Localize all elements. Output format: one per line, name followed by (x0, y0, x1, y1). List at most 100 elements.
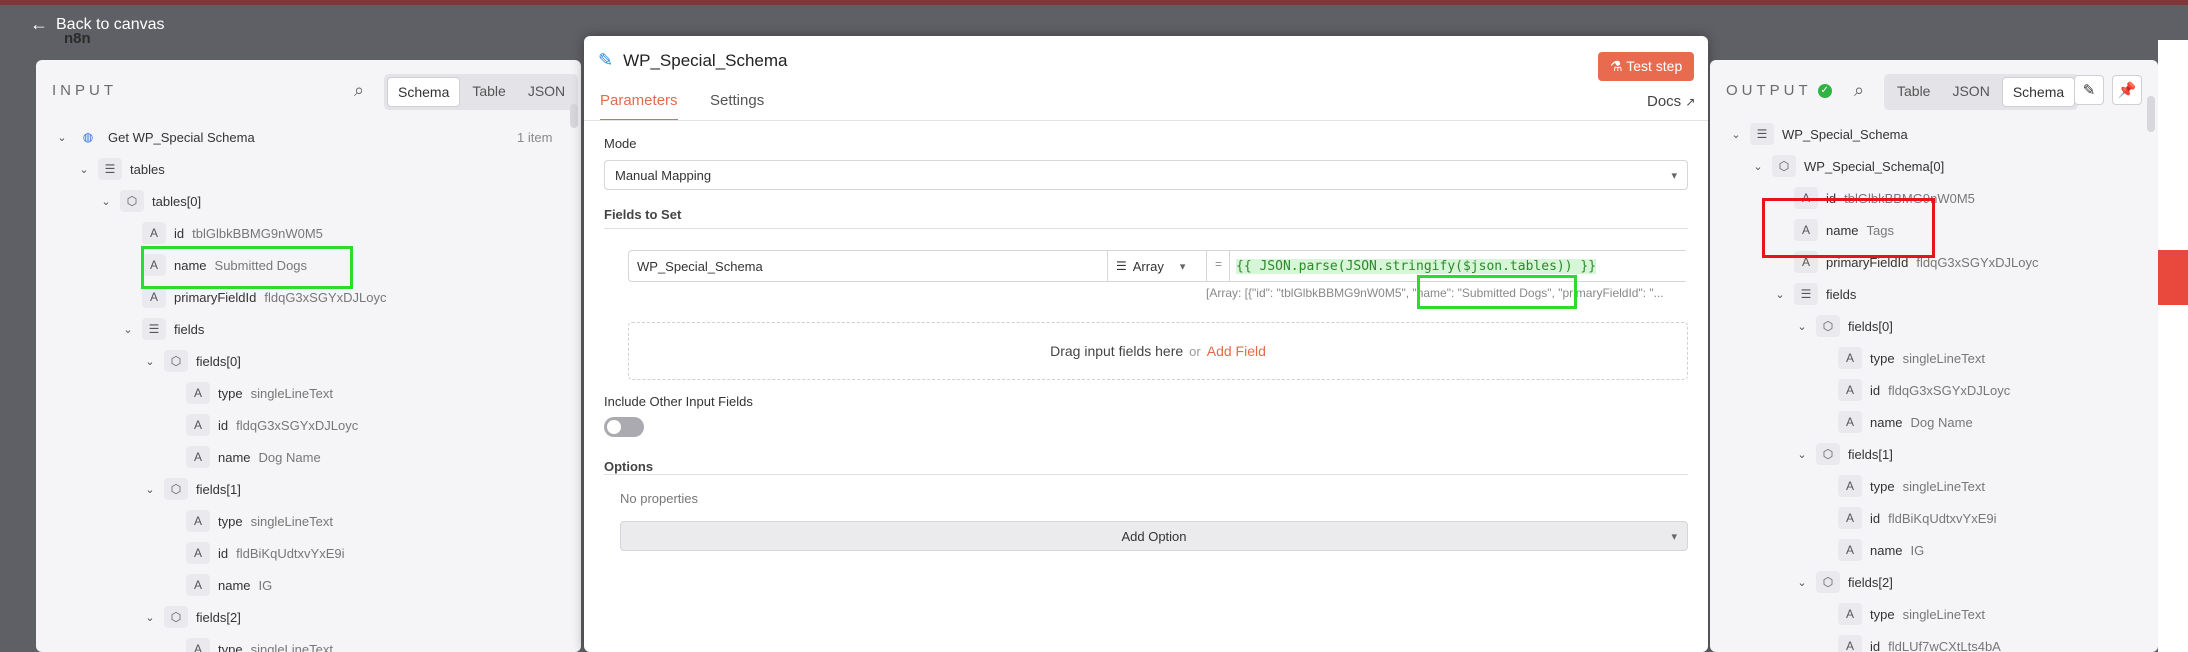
tab-settings[interactable]: Settings (710, 92, 764, 119)
output-view-schema[interactable]: Schema (2001, 77, 2076, 107)
tree-row[interactable]: ⌄ ☰ fields (1774, 283, 1856, 305)
list-icon: ☰ (1116, 259, 1127, 273)
canvas-backdrop (0, 0, 2188, 5)
tree-row[interactable]: ⌄ ☰ tables (78, 158, 165, 180)
string-type-icon: A (186, 542, 210, 564)
chevron-down-icon[interactable]: ⌄ (1796, 320, 1808, 333)
tree-key: id (218, 417, 229, 433)
tree-row[interactable]: ⌄ ⬡ fields[1] (144, 478, 241, 500)
fields-to-set-label: Fields to Set (604, 207, 682, 222)
mode-select[interactable]: Manual Mapping ▾ (604, 160, 1688, 190)
tree-row[interactable]: Atype singleLineText (166, 638, 333, 652)
output-panel: OUTPUT ✓ ⌕ Table JSON Schema ✎ 📌 ⌄ ☰ WP_Sp… (1710, 60, 2158, 652)
tree-row[interactable]: ⌄ ⬡ fields[2] (1796, 571, 1893, 593)
pin-data-button[interactable]: 📌 (2112, 75, 2142, 105)
tree-row[interactable]: Atype singleLineText (1818, 603, 1985, 625)
chevron-down-icon[interactable]: ⌄ (1752, 160, 1764, 173)
tree-row[interactable]: Aid fldqG3xSGYxDJLoyc (1818, 379, 2010, 401)
string-type-icon: A (1838, 347, 1862, 369)
tab-parameters[interactable]: Parameters (600, 92, 678, 121)
tree-value: singleLineText (1902, 478, 1985, 494)
tree-row[interactable]: Aid fldqG3xSGYxDJLoyc (166, 414, 358, 436)
tree-key: fields[0] (1848, 318, 1893, 334)
docs-link[interactable]: Docs ↗ (1647, 93, 1695, 110)
tree-row[interactable]: ⌄ ◍ Get WP_Special Schema (56, 126, 254, 148)
field-type-select[interactable]: ☰ Array ▾ (1107, 251, 1207, 281)
tree-row[interactable]: ⌄ ⬡ fields[2] (144, 606, 241, 628)
chevron-down-icon[interactable]: ⌄ (1796, 448, 1808, 461)
output-view-switcher: Table JSON Schema (1884, 74, 2079, 110)
output-view-json[interactable]: JSON (1942, 77, 1999, 107)
tree-row[interactable]: Aname IG (1818, 539, 1924, 561)
field-name-input[interactable]: WP_Special_Schema (637, 259, 763, 274)
drop-zone[interactable]: Drag input fields here or Add Field (628, 322, 1688, 380)
array-type-icon: ☰ (1794, 283, 1818, 305)
chevron-down-icon[interactable]: ⌄ (56, 131, 68, 144)
tree-key: type (218, 641, 243, 652)
tree-row[interactable]: Atype singleLineText (1818, 475, 1985, 497)
tree-row[interactable]: Aname Dog Name (1818, 411, 1973, 433)
search-icon[interactable]: ⌕ (1854, 80, 1864, 101)
add-option-label: Add Option (1121, 528, 1187, 544)
tree-key: id (174, 225, 185, 241)
input-view-table[interactable]: Table (462, 77, 515, 107)
field-type-value: Array (1132, 258, 1164, 274)
tree-key: fields[1] (196, 481, 241, 497)
tree-value: singleLineText (250, 641, 333, 652)
tree-value: fldBiKqUdtxvYxE9i (1888, 510, 1997, 526)
string-type-icon: A (1838, 603, 1862, 625)
tree-row[interactable]: Aname Dog Name (166, 446, 321, 468)
add-option-button[interactable]: Add Option ▾ (620, 521, 1688, 551)
tree-row[interactable]: ⌄ ⬡ fields[0] (144, 350, 241, 372)
input-scrollbar[interactable] (570, 104, 578, 128)
array-type-icon: ☰ (142, 318, 166, 340)
back-to-canvas-link[interactable]: ← Back to canvas (30, 14, 165, 35)
tree-row[interactable]: ⌄ ⬡ fields[0] (1796, 315, 1893, 337)
tree-value: singleLineText (1902, 350, 1985, 366)
highlight-output-name (1762, 198, 1935, 258)
tree-row[interactable]: Aid fldBiKqUdtxvYxE9i (166, 542, 345, 564)
include-other-fields-label: Include Other Input Fields (604, 394, 753, 409)
chevron-down-icon[interactable]: ⌄ (144, 483, 156, 496)
tree-row[interactable]: AprimaryFieldId fldqG3xSGYxDJLoyc (122, 286, 386, 308)
chevron-down-icon[interactable]: ⌄ (144, 355, 156, 368)
tree-row[interactable]: ⌄ ⬡ tables[0] (100, 190, 201, 212)
output-view-table[interactable]: Table (1887, 77, 1940, 107)
chevron-down-icon[interactable]: ⌄ (1774, 288, 1786, 301)
edit-output-button[interactable]: ✎ (2074, 75, 2104, 105)
tree-row[interactable]: Aid tblGlbkBBMG9nW0M5 (122, 222, 323, 244)
input-view-json[interactable]: JSON (518, 77, 575, 107)
tree-value: IG (1910, 542, 1925, 558)
tree-row[interactable]: Atype singleLineText (166, 382, 333, 404)
tree-row[interactable]: ⌄ ☰ WP_Special_Schema (1730, 123, 1908, 145)
tree-key: tables (130, 161, 165, 177)
tree-row[interactable]: ⌄ ⬡ fields[1] (1796, 443, 1893, 465)
tree-row[interactable]: Atype singleLineText (166, 510, 333, 532)
node-title[interactable]: WP_Special_Schema (623, 51, 787, 71)
fields-divider (604, 228, 1688, 229)
chevron-down-icon[interactable]: ⌄ (122, 323, 134, 336)
node-header: ✎ WP_Special_Schema (598, 50, 788, 71)
string-type-icon: A (186, 510, 210, 532)
search-icon[interactable]: ⌕ (354, 80, 364, 101)
chevron-down-icon[interactable]: ⌄ (1730, 128, 1742, 141)
include-other-fields-toggle[interactable] (604, 417, 644, 437)
or-text: or (1189, 343, 1201, 359)
tree-row[interactable]: Aid fldBiKqUdtxvYxE9i (1818, 507, 1997, 529)
add-field-button[interactable]: Add Field (1207, 343, 1266, 359)
chevron-down-icon[interactable]: ⌄ (144, 611, 156, 624)
tree-row[interactable]: ⌄ ☰ fields (122, 318, 204, 340)
tree-row[interactable]: Aid fldLUf7wCXtLts4bA (1818, 635, 2001, 652)
test-step-button[interactable]: ⚗ Test step (1598, 52, 1695, 81)
chevron-down-icon[interactable]: ⌄ (100, 195, 112, 208)
tree-key: fields[1] (1848, 446, 1893, 462)
chevron-down-icon[interactable]: ⌄ (78, 163, 90, 176)
pencil-icon[interactable]: ✎ (598, 50, 613, 71)
tree-row[interactable]: Aname IG (166, 574, 272, 596)
tree-value: fldqG3xSGYxDJLoyc (1888, 382, 2011, 398)
tree-row[interactable]: Atype singleLineText (1818, 347, 1985, 369)
input-view-schema[interactable]: Schema (387, 77, 461, 107)
tree-row[interactable]: ⌄ ⬡ WP_Special_Schema[0] (1752, 155, 1944, 177)
output-scrollbar[interactable] (2147, 96, 2155, 132)
chevron-down-icon[interactable]: ⌄ (1796, 576, 1808, 589)
